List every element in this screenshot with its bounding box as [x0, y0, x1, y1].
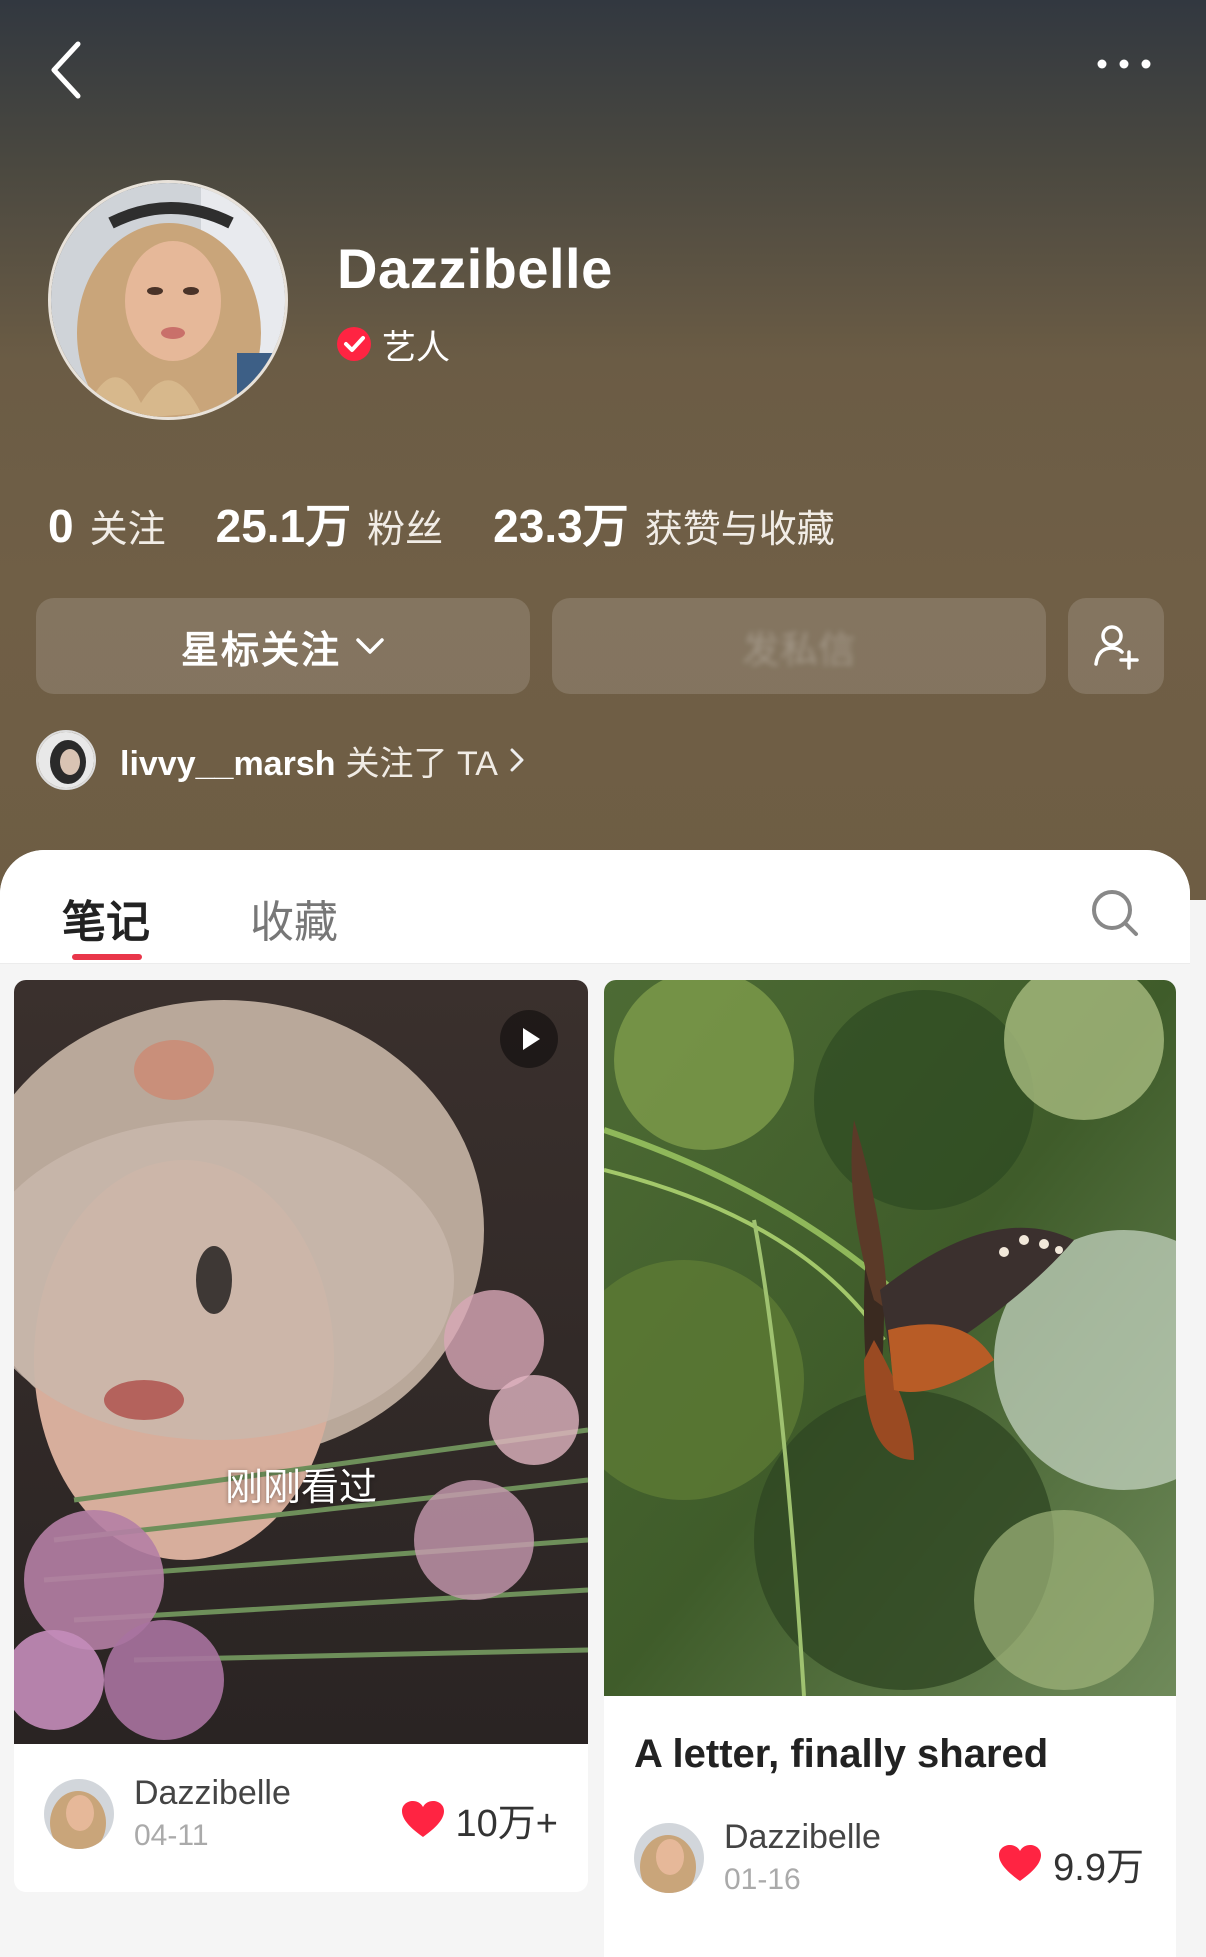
note-date: 01-16	[724, 1863, 801, 1896]
note-title: A letter, finally shared	[634, 1732, 1049, 1776]
verified-icon	[337, 327, 371, 361]
author-name: Dazzibelle	[724, 1818, 881, 1856]
note-author[interactable]: Dazzibelle 01-16	[634, 1818, 881, 1897]
recently-viewed-label: 刚刚看过	[224, 1467, 377, 1509]
follower-username: livvy__marsh	[120, 744, 336, 783]
like-count: 10万+	[455, 1803, 558, 1845]
stat-value: 0	[48, 500, 74, 552]
star-follow-button[interactable]: 星标关注	[36, 598, 530, 694]
message-label: 发私信	[741, 629, 856, 672]
note-date: 04-11	[134, 1819, 209, 1852]
profile-name: Dazzibelle	[337, 237, 613, 300]
active-tab-indicator	[72, 954, 142, 960]
author-avatar	[634, 1822, 704, 1893]
note-card[interactable]: 刚刚看过 Dazzibelle 04-11 10万+	[14, 980, 588, 1892]
stat-label: 获赞与收藏	[644, 509, 835, 551]
followed-by-text: livvy__marsh 关注了 TA	[120, 736, 498, 785]
stat-value: 25.1万	[215, 500, 352, 552]
note-cover-image	[604, 980, 1176, 1696]
verified-label: 艺人	[382, 328, 450, 367]
more-icon[interactable]	[1094, 56, 1154, 72]
add-friend-button[interactable]	[1068, 598, 1164, 694]
chevron-right-icon	[510, 748, 524, 772]
back-icon[interactable]	[46, 38, 90, 102]
tab-favorites[interactable]: 收藏	[250, 886, 338, 950]
star-follow-label: 星标关注	[180, 629, 341, 672]
author-avatar	[44, 1778, 114, 1849]
search-icon[interactable]	[1090, 888, 1140, 938]
note-card[interactable]: A letter, finally shared Dazzibelle 01-1…	[604, 980, 1176, 1957]
note-author[interactable]: Dazzibelle 04-11	[44, 1774, 291, 1853]
follower-avatar	[36, 730, 96, 790]
chevron-down-icon	[356, 638, 384, 654]
notes-panel: 笔记 收藏 刚刚看过 Dazzibelle 04-11 10万+ A lette…	[0, 850, 1190, 1957]
followed-suffix: 关注了 TA	[345, 744, 498, 783]
add-user-icon	[1094, 625, 1139, 670]
stat-label: 粉丝	[367, 509, 444, 551]
like-button[interactable]: 10万+	[401, 1792, 558, 1847]
like-count: 9.9万	[1053, 1847, 1144, 1889]
author-info: Dazzibelle 01-16	[724, 1818, 881, 1897]
play-icon	[500, 1010, 558, 1068]
stat-value: 23.3万	[493, 500, 629, 552]
heart-icon	[999, 1844, 1042, 1881]
stat-followers[interactable]: 25.1万 粉丝	[216, 490, 444, 556]
followed-by-row[interactable]: livvy__marsh 关注了 TA	[36, 730, 526, 790]
message-button[interactable]: 发私信	[552, 598, 1046, 694]
tab-bar: 笔记 收藏	[0, 850, 1190, 964]
note-cover-image	[14, 980, 588, 1744]
stat-label: 关注	[89, 509, 166, 551]
profile-avatar[interactable]	[48, 180, 288, 420]
profile-header: Dazzibelle 艺人 0 关注 25.1万 粉丝 23.3万 获赞与收藏 …	[0, 0, 1206, 900]
tab-notes[interactable]: 笔记	[62, 886, 150, 950]
author-info: Dazzibelle 04-11	[134, 1774, 291, 1853]
verified-badge: 艺人	[336, 324, 450, 367]
stat-following[interactable]: 0 关注	[48, 498, 166, 553]
heart-icon	[401, 1800, 444, 1837]
like-button[interactable]: 9.9万	[999, 1836, 1144, 1891]
profile-stats: 0 关注 25.1万 粉丝 23.3万 获赞与收藏	[48, 490, 885, 556]
author-name: Dazzibelle	[134, 1774, 291, 1812]
stat-likes-favorites[interactable]: 23.3万 获赞与收藏	[493, 490, 835, 556]
